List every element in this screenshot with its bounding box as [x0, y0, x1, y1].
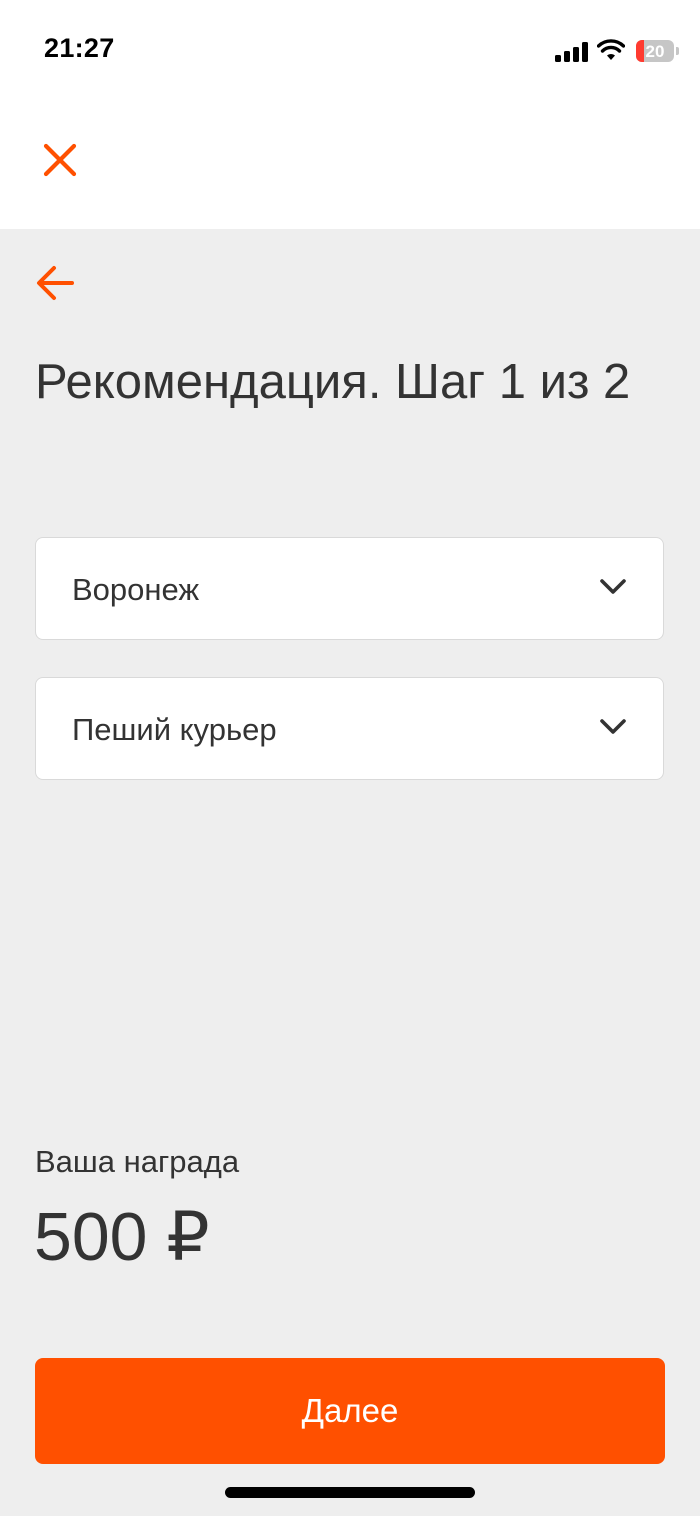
home-indicator: [225, 1487, 475, 1498]
battery-cap: [676, 47, 679, 55]
next-button[interactable]: Далее: [35, 1358, 665, 1464]
reward-amount: 500 ₽: [34, 1199, 210, 1275]
top-bar: 21:27 20: [0, 0, 700, 229]
courier-type-select-value: Пеший курьер: [72, 712, 277, 747]
arrow-left-icon[interactable]: [34, 262, 76, 304]
city-select[interactable]: Воронеж: [35, 537, 664, 640]
reward-label: Ваша награда: [35, 1144, 240, 1179]
city-select-value: Воронеж: [72, 572, 200, 607]
page-title: Рекомендация. Шаг 1 из 2: [35, 355, 631, 409]
chevron-down-icon: [600, 579, 626, 594]
battery-icon: 20: [636, 40, 674, 62]
close-icon[interactable]: [40, 140, 80, 180]
courier-type-select[interactable]: Пеший курьер: [35, 677, 664, 780]
wifi-icon: [597, 39, 625, 60]
chevron-down-icon: [600, 719, 626, 734]
signal-icon: [555, 42, 589, 62]
status-time: 21:27: [44, 33, 115, 63]
battery-level-text: 20: [645, 42, 665, 61]
